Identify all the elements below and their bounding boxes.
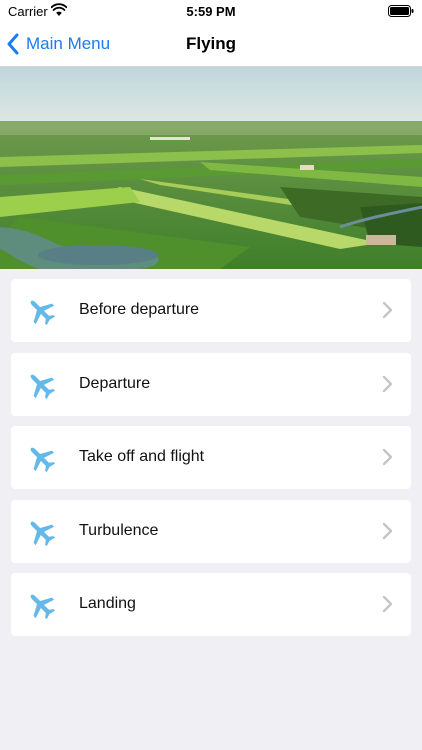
airplane-icon bbox=[30, 447, 56, 473]
navigation-bar: Main Menu Flying bbox=[0, 22, 422, 67]
menu-item-before-departure[interactable]: Before departure bbox=[11, 279, 411, 342]
page-title: Flying bbox=[185, 34, 237, 53]
menu-item-take-off-and-flight[interactable]: Take off and flight bbox=[11, 426, 411, 489]
menu-item-label: Landing bbox=[79, 595, 136, 612]
menu-item-landing[interactable]: Landing bbox=[11, 573, 411, 636]
menu-item-label: Turbulence bbox=[79, 521, 159, 539]
menu-list: Before departure Departure Take off and … bbox=[11, 279, 411, 647]
menu-item-departure[interactable]: Departure bbox=[11, 352, 411, 416]
airplane-icon bbox=[30, 374, 56, 399]
menu-item-turbulence[interactable]: Turbulence bbox=[11, 499, 411, 563]
menu-item-label: Take off and flight bbox=[79, 448, 205, 465]
airplane-icon bbox=[30, 594, 56, 620]
hero-image bbox=[0, 67, 422, 269]
status-bar: Carrier 5:59 PM bbox=[0, 0, 422, 22]
menu-item-label: Departure bbox=[79, 374, 151, 392]
chevron-right-icon bbox=[382, 375, 393, 392]
airplane-icon bbox=[30, 521, 56, 546]
chevron-right-icon bbox=[382, 448, 393, 466]
airplane-icon bbox=[30, 300, 56, 326]
battery-icon bbox=[388, 5, 414, 17]
chevron-right-icon bbox=[382, 301, 393, 319]
menu-item-label: Before departure bbox=[79, 301, 200, 318]
chevron-right-icon bbox=[382, 522, 393, 539]
clock: 5:59 PM bbox=[186, 4, 236, 19]
chevron-right-icon bbox=[382, 595, 393, 613]
